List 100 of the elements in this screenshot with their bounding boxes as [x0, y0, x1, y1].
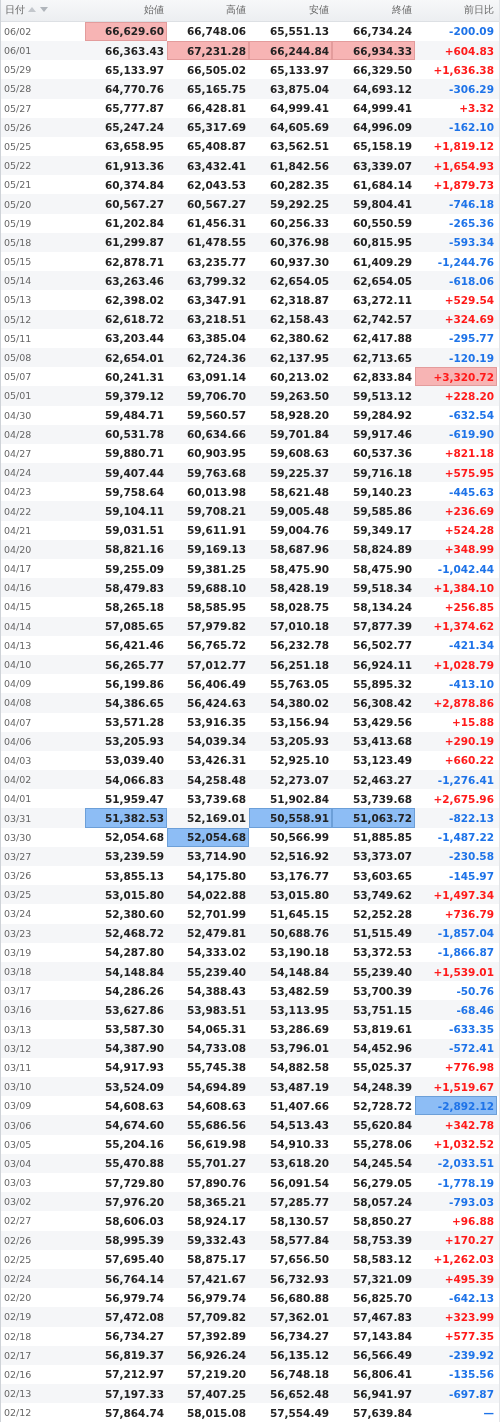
price-cell-text: 58,583.12 [351, 1252, 413, 1268]
date-cell-text: 04/16 [3, 581, 33, 596]
price-cell-text: 53,190.18 [268, 945, 330, 961]
price-cell-text: 65,551.13 [268, 24, 330, 40]
price-cell-text: 66,505.02 [185, 62, 247, 78]
price-cell-text: 55,686.56 [185, 1118, 247, 1134]
price-cell-text: 58,475.90 [351, 561, 413, 577]
price-cell-text: 62,654.05 [268, 273, 330, 289]
price-cell-text: 58,015.08 [185, 1405, 247, 1421]
date-cell-text: 04/28 [3, 427, 33, 442]
price-cell-text: 57,472.08 [103, 1309, 165, 1325]
column-header[interactable]: 日付 [1, 0, 85, 21]
price-cell: 50,558.91 [249, 808, 332, 828]
date-cell-text: 05/21 [3, 178, 33, 193]
change-cell-text: +1,262.03 [432, 1252, 495, 1268]
date-cell-text: 04/21 [3, 523, 33, 538]
change-cell-text: +228.20 [443, 388, 495, 404]
price-cell-text: 55,204.16 [103, 1137, 165, 1153]
date-cell-text: 05/12 [3, 312, 33, 327]
date-cell-text: 05/25 [3, 140, 33, 154]
change-cell-text: -120.19 [448, 350, 495, 366]
price-cell-text: 54,674.60 [103, 1118, 165, 1134]
price-cell-text: 54,175.80 [185, 868, 247, 884]
price-cell-text: 55,239.40 [185, 964, 247, 980]
price-cell-text: 55,025.37 [351, 1060, 413, 1076]
price-cell-text: 54,387.90 [103, 1041, 165, 1057]
change-cell-text: +2,675.96 [432, 791, 495, 807]
price-cell-text: 60,550.59 [351, 216, 413, 232]
price-cell-text: 53,015.80 [268, 887, 330, 903]
price-cell-text: 63,218.51 [185, 312, 247, 328]
price-cell-text: 54,039.34 [185, 734, 247, 750]
price-cell-text: 63,203.44 [103, 331, 165, 347]
price-cell-text: 58,821.16 [103, 542, 165, 558]
date-cell-text: 05/26 [3, 120, 33, 135]
price-cell-text: 59,004.76 [268, 523, 330, 539]
date-cell-text: 03/10 [3, 1080, 33, 1095]
date-cell-text: 03/04 [3, 1156, 33, 1171]
change-cell-text: -68.46 [455, 1002, 495, 1018]
price-cell-text: 58,621.48 [268, 484, 330, 500]
change-cell-text: +1,654.93 [432, 158, 495, 174]
price-cell-text: 62,724.36 [185, 350, 247, 366]
change-cell-text: +1,032.52 [432, 1137, 495, 1153]
price-cell-text: 54,248.39 [351, 1079, 413, 1095]
price-cell-text: 56,806.41 [351, 1367, 413, 1383]
price-cell-text: 58,924.17 [185, 1214, 247, 1229]
price-cell-text: 63,339.07 [351, 158, 413, 174]
price-cell-text: 63,347.91 [185, 293, 247, 308]
price-cell-text: 61,202.84 [103, 216, 165, 232]
price-cell-text: 57,362.01 [268, 1309, 330, 1325]
price-cell-text: 59,005.48 [268, 504, 330, 520]
price-cell-text: 56,680.88 [268, 1290, 330, 1306]
price-cell-text: 53,205.93 [268, 734, 330, 750]
price-cell-text: 54,733.08 [185, 1041, 247, 1057]
price-cell-text: 54,452.96 [351, 1041, 413, 1057]
price-cell-text: 57,979.82 [185, 619, 247, 635]
date-cell-text: 03/27 [3, 849, 33, 864]
price-cell-text: 62,654.01 [103, 350, 165, 366]
price-cell-text: 53,796.01 [268, 1041, 330, 1057]
price-cell-text: 59,585.86 [351, 504, 413, 520]
price-cell-text: 56,652.48 [268, 1386, 330, 1402]
price-cell-text: 56,308.42 [351, 695, 413, 711]
price-cell-text: 57,729.80 [103, 1175, 165, 1191]
price-cell-text: 62,318.87 [268, 293, 330, 308]
change-cell-text: +776.98 [443, 1060, 495, 1076]
change-cell-text: -421.34 [448, 638, 495, 654]
price-cell-text: 56,734.27 [268, 1329, 330, 1345]
price-cell-text: 50,688.76 [268, 926, 330, 942]
change-cell-text: +324.69 [443, 312, 495, 328]
price-cell-text: 54,380.02 [268, 695, 330, 711]
change-cell-text: -793.03 [448, 1194, 495, 1210]
price-cell-text: 65,408.87 [185, 139, 247, 155]
price-cell-text: 52,701.99 [185, 907, 247, 922]
change-cell-text: +1,497.34 [432, 887, 495, 903]
price-cell-text: 61,913.36 [103, 158, 165, 174]
price-cell-text: 55,620.84 [351, 1118, 413, 1134]
column-header: 前日比 [463, 2, 495, 17]
price-cell-text: 59,379.12 [103, 388, 165, 404]
price-cell-text: 56,732.93 [268, 1271, 330, 1287]
price-cell-text: 64,693.12 [351, 81, 413, 97]
price-cell-text: 57,197.33 [103, 1386, 165, 1402]
change-cell-text: -1,244.76 [436, 254, 495, 270]
price-cell-text: 52,252.28 [351, 907, 413, 922]
price-cell-text: 50,566.99 [268, 830, 330, 846]
change-cell-text: -1,866.87 [436, 945, 495, 961]
sort-arrows-icon[interactable] [28, 7, 48, 14]
price-cell-text: 52,925.10 [268, 753, 330, 769]
date-cell-text: 05/29 [3, 63, 33, 78]
price-cell-text: 53,373.07 [351, 849, 413, 865]
change-cell-text: -145.97 [448, 868, 495, 884]
date-cell-text: 04/14 [3, 619, 33, 634]
price-cell-text: 62,417.88 [351, 331, 413, 347]
price-cell-text: 51,885.85 [351, 830, 413, 846]
price-cell-text: 53,571.28 [103, 715, 165, 731]
date-cell-text: 03/23 [3, 926, 33, 941]
price-cell-text: 59,332.43 [185, 1233, 247, 1249]
date-cell-text: 03/31 [3, 811, 33, 826]
price-cell-text: 66,428.81 [185, 101, 247, 117]
price-cell-text: 51,959.47 [103, 791, 165, 807]
price-cell-text: 60,256.33 [268, 216, 330, 232]
change-cell-text: +1,539.01 [432, 964, 495, 980]
